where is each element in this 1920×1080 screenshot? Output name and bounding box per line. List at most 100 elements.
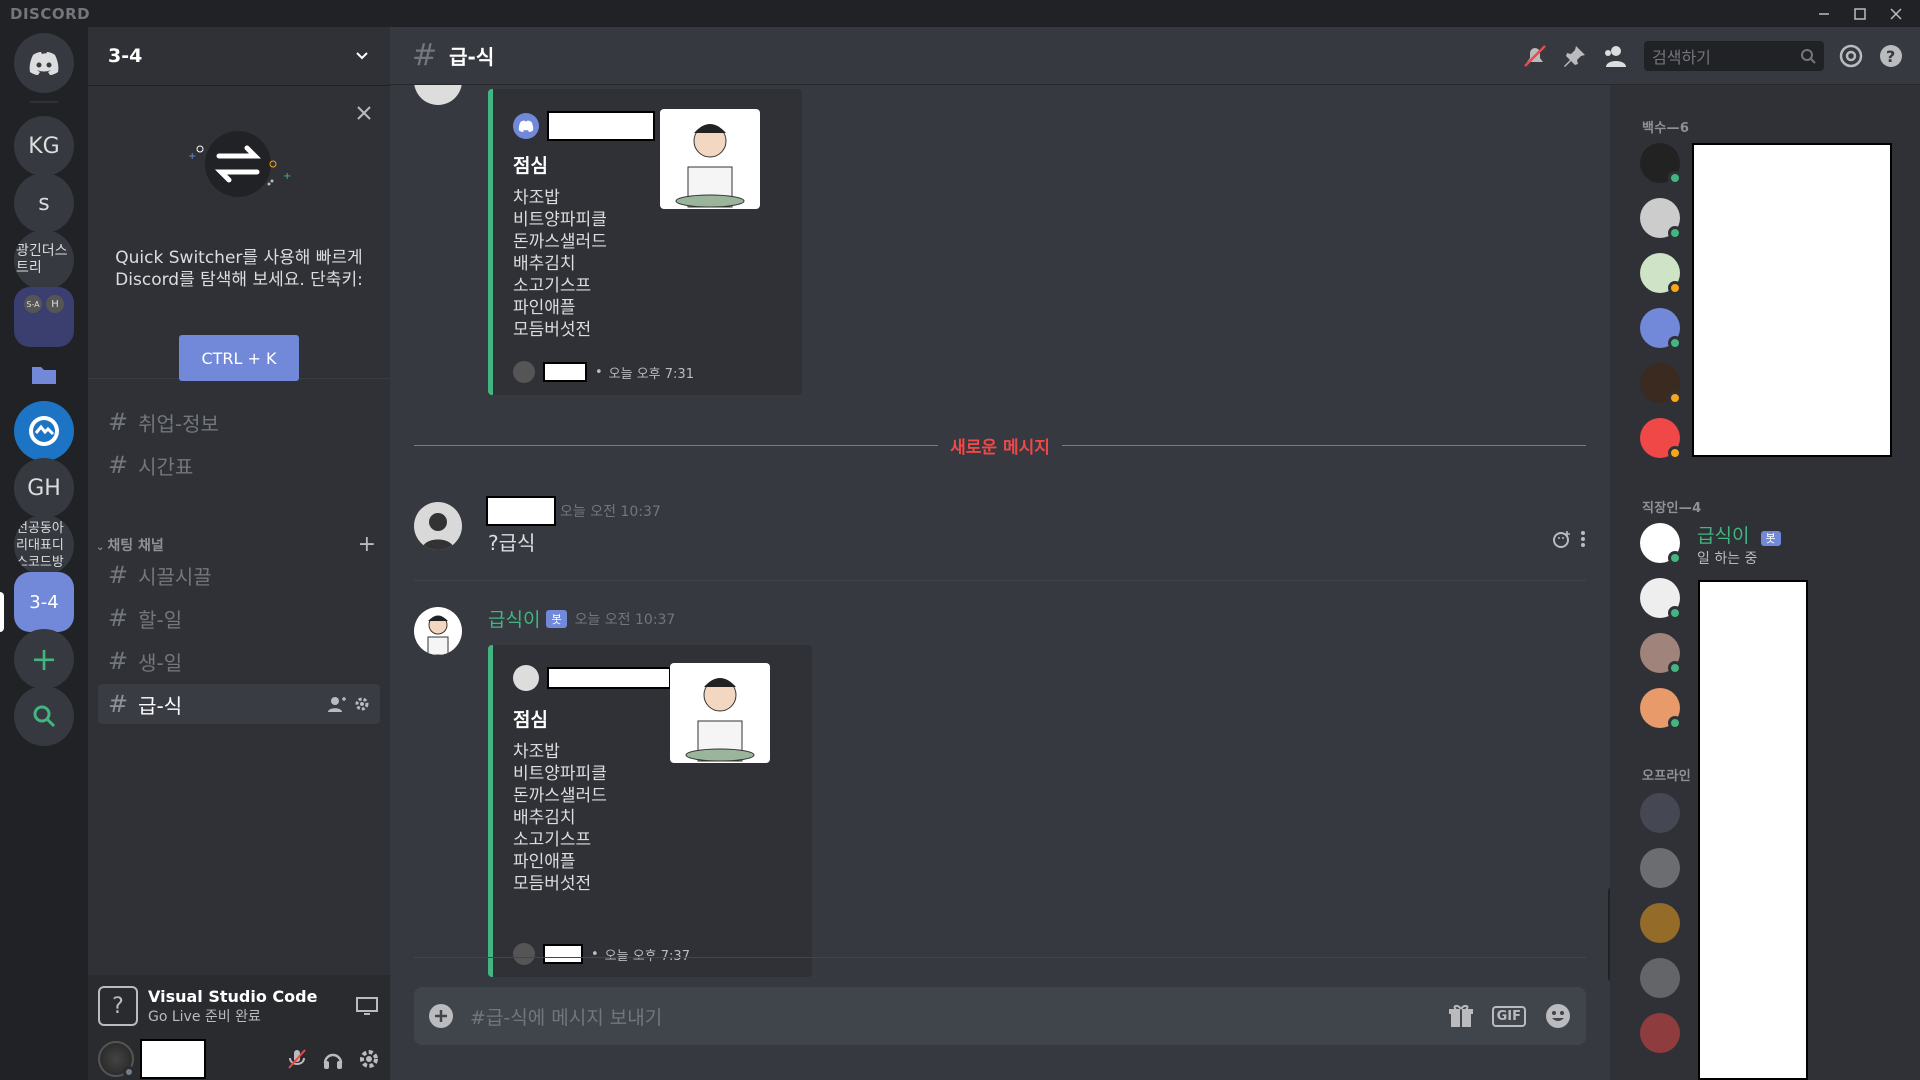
member-avatar[interactable] [1640, 253, 1682, 295]
member-avatar[interactable] [1640, 143, 1682, 185]
bot-member-tag: 봇 [1760, 530, 1781, 546]
guild-gh[interactable]: GH [14, 458, 74, 518]
help-icon[interactable]: ? [1878, 43, 1904, 69]
hash-icon: # [108, 690, 129, 718]
member-avatar[interactable] [1640, 958, 1680, 998]
message-input[interactable]: #급-식에 메시지 보내기 [470, 1003, 1448, 1030]
activity-panel: ? Visual Studio Code Go Live 준비 완료 [88, 975, 390, 1037]
redacted-member-names [1692, 143, 1892, 457]
emoji-icon[interactable] [1544, 1002, 1572, 1030]
app-brand: DISCORD [10, 5, 91, 23]
search-placeholder: 검색하기 [1652, 48, 1711, 67]
search-bar[interactable]: 검색하기 [1644, 41, 1824, 71]
embed-thumbnail[interactable] [670, 663, 770, 763]
maximize-icon[interactable] [1842, 0, 1878, 27]
message-avatar[interactable] [414, 502, 462, 550]
member-avatar[interactable] [1640, 578, 1682, 620]
upload-plus-icon[interactable] [428, 1003, 454, 1029]
embed-menu: 차조밥 비트양파피클 돈까스샐러드 배추김치 소고기스프 파인애플 모듬버섯전 [513, 741, 607, 895]
menu-item: 돈까스샐러드 [513, 232, 607, 252]
hash-icon: # [108, 647, 129, 675]
bot-member-avatar[interactable] [1640, 523, 1682, 565]
channel-jobs[interactable]: # 취업-정보 [98, 402, 380, 442]
hash-icon: # [108, 451, 129, 479]
close-window-icon[interactable] [1878, 0, 1914, 27]
search-icon [1801, 49, 1816, 64]
channel-label: 취업-정보 [138, 411, 219, 436]
embed-thumbnail[interactable] [660, 109, 760, 209]
guild-3-4[interactable]: 3-4 [14, 572, 74, 632]
member-avatar[interactable] [1640, 688, 1682, 730]
menu-item: 모듬버섯전 [513, 874, 592, 894]
channel-label: 할-일 [138, 607, 183, 632]
redacted-author[interactable] [486, 496, 556, 526]
guild-club[interactable]: 선공동아리대표디스코드방 [14, 515, 74, 575]
channel-timetable[interactable]: # 시간표 [98, 445, 380, 485]
guild-s[interactable]: s [14, 173, 74, 233]
guild-blue[interactable] [14, 401, 74, 461]
member-avatar[interactable] [1640, 363, 1682, 405]
redacted-author [547, 111, 655, 141]
settings-gear-icon[interactable] [358, 1048, 380, 1070]
more-options-icon[interactable] [1580, 530, 1586, 548]
channel-label: 시끌시끌 [138, 564, 212, 589]
mentions-icon[interactable] [1838, 43, 1864, 69]
bot-tag: 봇 [546, 609, 567, 628]
go-live-icon[interactable] [356, 996, 380, 1016]
guild-folder[interactable]: S-A H [14, 287, 74, 347]
folder-icon[interactable] [14, 344, 74, 404]
channel-lunch[interactable]: # 급-식 [98, 684, 380, 724]
menu-item: 배추김치 [513, 808, 576, 828]
member-avatar[interactable] [1640, 308, 1682, 350]
member-avatar[interactable] [1640, 418, 1682, 460]
add-reaction-icon[interactable] [1552, 529, 1572, 549]
bot-avatar[interactable] [414, 607, 462, 655]
bot-member[interactable]: 급식이 봇 일 하는 중 [1697, 521, 1781, 568]
chevron-down-icon [356, 52, 368, 60]
channel-header: # 급-식 검색하기 ? [390, 27, 1920, 85]
pin-icon[interactable] [1562, 43, 1588, 69]
member-avatar[interactable] [1640, 793, 1680, 833]
add-channel-icon[interactable]: + [358, 532, 376, 557]
channel-birthday[interactable]: # 생-일 [98, 641, 380, 681]
message-composer[interactable]: #급-식에 메시지 보내기 GIF [414, 987, 1586, 1045]
gif-button[interactable]: GIF [1491, 1005, 1526, 1027]
channel-label: 시간표 [138, 454, 194, 479]
explore-search-icon[interactable] [14, 686, 74, 746]
menu-item: 차조밥 [513, 742, 560, 762]
guild-header[interactable]: 3-4 [88, 27, 390, 86]
embed-title: 점심 [513, 155, 548, 177]
ctrl-k-button[interactable]: CTRL + K [179, 335, 299, 381]
member-avatar[interactable] [1640, 903, 1680, 943]
members-icon[interactable] [1602, 43, 1630, 69]
bot-member-name: 급식이 [1697, 525, 1750, 547]
mic-muted-icon[interactable] [286, 1048, 308, 1070]
channel-noisy[interactable]: # 시끌시끌 [98, 555, 380, 595]
minimize-icon[interactable] [1806, 0, 1842, 27]
member-group-1: 백수—6 [1642, 121, 1690, 136]
invite-icon[interactable] [328, 696, 346, 712]
menu-item: 소고기스프 [513, 830, 592, 850]
gear-icon[interactable] [354, 696, 370, 712]
guild-industry[interactable]: 광긴더스트리 [14, 230, 74, 290]
discord-home-icon[interactable] [14, 33, 74, 93]
close-icon[interactable] [356, 105, 372, 121]
guild-kg[interactable]: KG [14, 116, 74, 176]
member-avatar[interactable] [1640, 633, 1682, 675]
member-avatar[interactable] [1640, 848, 1680, 888]
menu-item: 차조밥 [513, 188, 560, 208]
channel-todo[interactable]: # 할-일 [98, 598, 380, 638]
guild-name: 3-4 [108, 45, 143, 67]
headphones-icon[interactable] [322, 1048, 344, 1070]
user-avatar[interactable] [98, 1040, 135, 1078]
category-chat[interactable]: ⌄ 채팅 채널 + [96, 532, 376, 557]
member-avatar[interactable] [1640, 198, 1682, 240]
notification-muted-icon[interactable] [1522, 43, 1548, 69]
add-server-icon[interactable]: + [14, 629, 74, 689]
member-avatar[interactable] [1640, 1013, 1680, 1053]
bot-author-name[interactable]: 급식이 [488, 605, 540, 632]
menu-item: 배추김치 [513, 254, 576, 274]
gift-icon[interactable] [1448, 1003, 1474, 1029]
quick-switcher-tip: + + Quick Switcher를 사용해 빠르게 Discord를 탐색해 … [88, 87, 390, 381]
hash-icon: # [108, 408, 129, 436]
